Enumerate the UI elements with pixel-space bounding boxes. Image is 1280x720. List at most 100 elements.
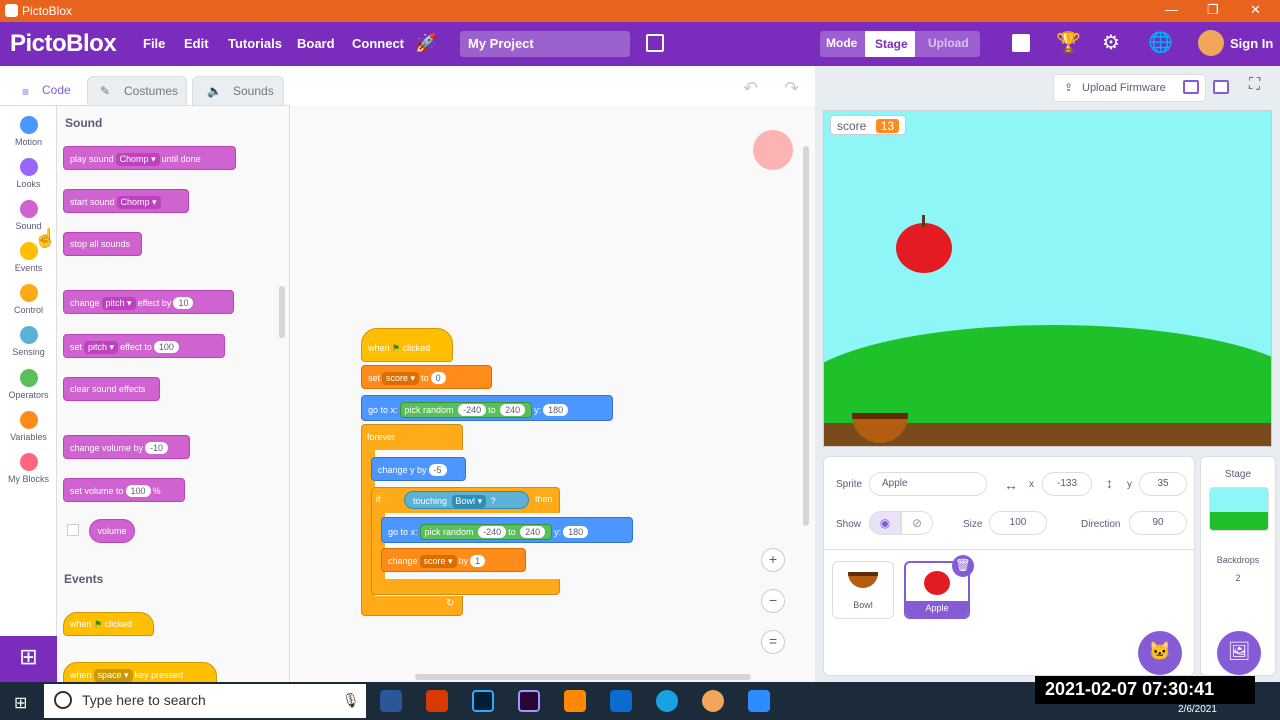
minimize-button[interactable]: — <box>1165 2 1178 17</box>
menu-file[interactable]: File <box>143 36 165 51</box>
project-name-input[interactable]: My Project <box>460 31 630 57</box>
block-set-effect[interactable]: set pitch ▾ effect to 100 <box>63 334 225 358</box>
photoshop-icon[interactable] <box>472 690 494 712</box>
pictoblox-taskbar-icon[interactable] <box>702 690 724 712</box>
vlc-icon[interactable] <box>564 690 586 712</box>
zoom-reset-icon[interactable]: = <box>761 630 785 654</box>
redo-icon[interactable]: ↷ <box>784 78 799 99</box>
sprite-name-input[interactable]: Apple <box>869 472 987 496</box>
category-operators[interactable]: Operators <box>0 369 57 400</box>
delete-sprite-icon[interactable]: 🗑 <box>952 555 974 577</box>
script-go-to-random-1[interactable]: go to x: pick random -240 to 240 y: 180 <box>361 395 613 421</box>
undo-icon[interactable]: ↶ <box>743 78 758 99</box>
avatar[interactable] <box>1198 30 1224 56</box>
block-when-key-pressed[interactable]: when space ▾ key pressed <box>63 662 217 682</box>
block-clear-sound-effects[interactable]: clear sound effects <box>63 377 160 401</box>
block-palette: Sound play sound Chomp ▾ until done start … <box>57 106 290 682</box>
add-extension-button[interactable]: ⊞ <box>0 636 57 682</box>
y-position-input[interactable]: 35 <box>1139 472 1187 496</box>
sprite-tile-bowl[interactable]: Bowl <box>832 561 894 619</box>
stage-mode-button[interactable]: Stage <box>865 31 915 57</box>
sprite-tile-label: Apple <box>906 601 968 617</box>
monitor-value: 13 <box>875 119 900 133</box>
variable-monitor-score: score 13 <box>830 115 907 135</box>
block-play-sound-until-done[interactable]: play sound Chomp ▾ until done <box>63 146 236 170</box>
close-button[interactable]: ✕ <box>1250 2 1261 18</box>
save-icon[interactable] <box>646 34 664 52</box>
category-control[interactable]: Control <box>0 284 57 315</box>
block-set-volume[interactable]: set volume to 100% <box>63 478 185 502</box>
script-vertical-scrollbar[interactable] <box>803 146 809 526</box>
stage-thumbnail[interactable] <box>1209 487 1269 531</box>
window-title: PictoBlox <box>22 4 73 18</box>
panel-divider <box>824 549 1194 550</box>
category-motion[interactable]: Motion <box>0 116 57 147</box>
category-my-blocks[interactable]: My Blocks <box>0 453 57 484</box>
block-start-sound[interactable]: start sound Chomp ▾ <box>63 189 189 213</box>
microphone-icon[interactable]: 🎙 <box>342 692 360 709</box>
trophy-icon[interactable]: 🏆 <box>1056 30 1081 55</box>
office-icon[interactable] <box>426 690 448 712</box>
apple-stem <box>922 215 925 227</box>
apple-sprite[interactable] <box>896 223 952 273</box>
globe-icon[interactable]: 🌐 <box>1148 30 1173 55</box>
size-input[interactable]: 100 <box>989 511 1047 535</box>
menu-board[interactable]: Board <box>297 36 335 51</box>
x-position-input[interactable]: -133 <box>1042 472 1092 496</box>
tab-code[interactable]: ≡ Code <box>0 76 85 106</box>
taskbar-search-box[interactable]: Type here to search 🎙 <box>44 684 366 718</box>
fullscreen-icon[interactable]: ⛶ <box>1249 76 1260 94</box>
category-variables[interactable]: Variables <box>0 411 57 442</box>
script-horizontal-scrollbar[interactable] <box>415 674 751 680</box>
small-stage-icon[interactable] <box>1183 80 1199 94</box>
large-stage-icon[interactable] <box>1213 80 1229 94</box>
word-icon[interactable] <box>380 690 402 712</box>
premiere-icon[interactable] <box>518 690 540 712</box>
touching-bowl-condition[interactable]: touching Bowl ▾ ? <box>404 491 529 509</box>
volume-checkbox[interactable] <box>67 524 79 536</box>
script-when-flag-clicked[interactable]: when ⚑ clicked <box>361 328 453 362</box>
show-visible-icon[interactable]: ◉ <box>869 511 901 535</box>
extension-rocket-icon[interactable]: 🚀 <box>415 33 437 54</box>
zoom-in-icon[interactable]: + <box>761 548 785 572</box>
block-stop-all-sounds[interactable]: stop all sounds <box>63 232 142 256</box>
category-sound[interactable]: Sound <box>0 200 57 231</box>
script-change-y[interactable]: change y by -5 <box>371 457 466 481</box>
category-looks[interactable]: Looks <box>0 158 57 189</box>
zoom-out-icon[interactable]: − <box>761 589 785 613</box>
block-volume-reporter[interactable]: volume <box>89 519 135 543</box>
script-area[interactable]: ↶ ↷ ⚑ when ⚑ clicked setscore ▾to0 go to… <box>291 78 875 682</box>
menu-edit[interactable]: Edit <box>184 36 209 51</box>
maximize-button[interactable]: ❐ <box>1207 2 1219 18</box>
gear-icon[interactable]: ⚙ <box>1102 30 1120 55</box>
script-go-to-random-2[interactable]: go to x: pick random -240 to 240 y: 180 <box>381 517 633 543</box>
category-sensing[interactable]: Sensing <box>0 326 57 357</box>
tab-costumes[interactable]: ✎ Costumes <box>87 76 187 106</box>
pictoblox-logo[interactable]: PictoBlox <box>10 30 117 58</box>
sign-in-button[interactable]: Sign In <box>1230 36 1273 51</box>
menu-connect[interactable]: Connect <box>352 36 404 51</box>
recording-timestamp: 2021-02-07 07:30:41 <box>1035 676 1255 704</box>
zoom-icon[interactable] <box>748 690 770 712</box>
sound-section-header: Sound <box>65 116 103 130</box>
show-hidden-icon[interactable]: ⊘ <box>901 511 933 535</box>
script-change-score[interactable]: change score ▾ by 1 <box>381 548 526 572</box>
feedback-icon[interactable] <box>1012 34 1030 52</box>
script-set-score[interactable]: set score ▾ to 0 <box>361 365 492 389</box>
windows-start-icon[interactable]: ⊞ <box>14 693 27 713</box>
search-placeholder: Type here to search <box>82 692 206 708</box>
block-when-flag-clicked[interactable]: when ⚑ clicked <box>63 612 154 636</box>
browser-icon[interactable] <box>656 690 678 712</box>
upload-icon: ⇪ <box>1064 82 1074 94</box>
direction-input[interactable]: 90 <box>1129 511 1187 535</box>
menu-tutorials[interactable]: Tutorials <box>228 36 282 51</box>
mail-icon[interactable] <box>610 690 632 712</box>
choose-backdrop-button[interactable]: 🖼 <box>1217 631 1261 675</box>
upload-mode-button[interactable]: Upload <box>928 36 969 50</box>
stage-canvas[interactable]: score 13 <box>823 110 1272 447</box>
block-change-volume[interactable]: change volume by -10 <box>63 435 190 459</box>
block-change-effect[interactable]: change pitch ▾ effect by 10 <box>63 290 234 314</box>
palette-scrollbar[interactable] <box>279 286 285 338</box>
tab-sounds[interactable]: 🔈 Sounds <box>192 76 284 106</box>
choose-sprite-button[interactable]: 🐱 <box>1138 631 1182 675</box>
